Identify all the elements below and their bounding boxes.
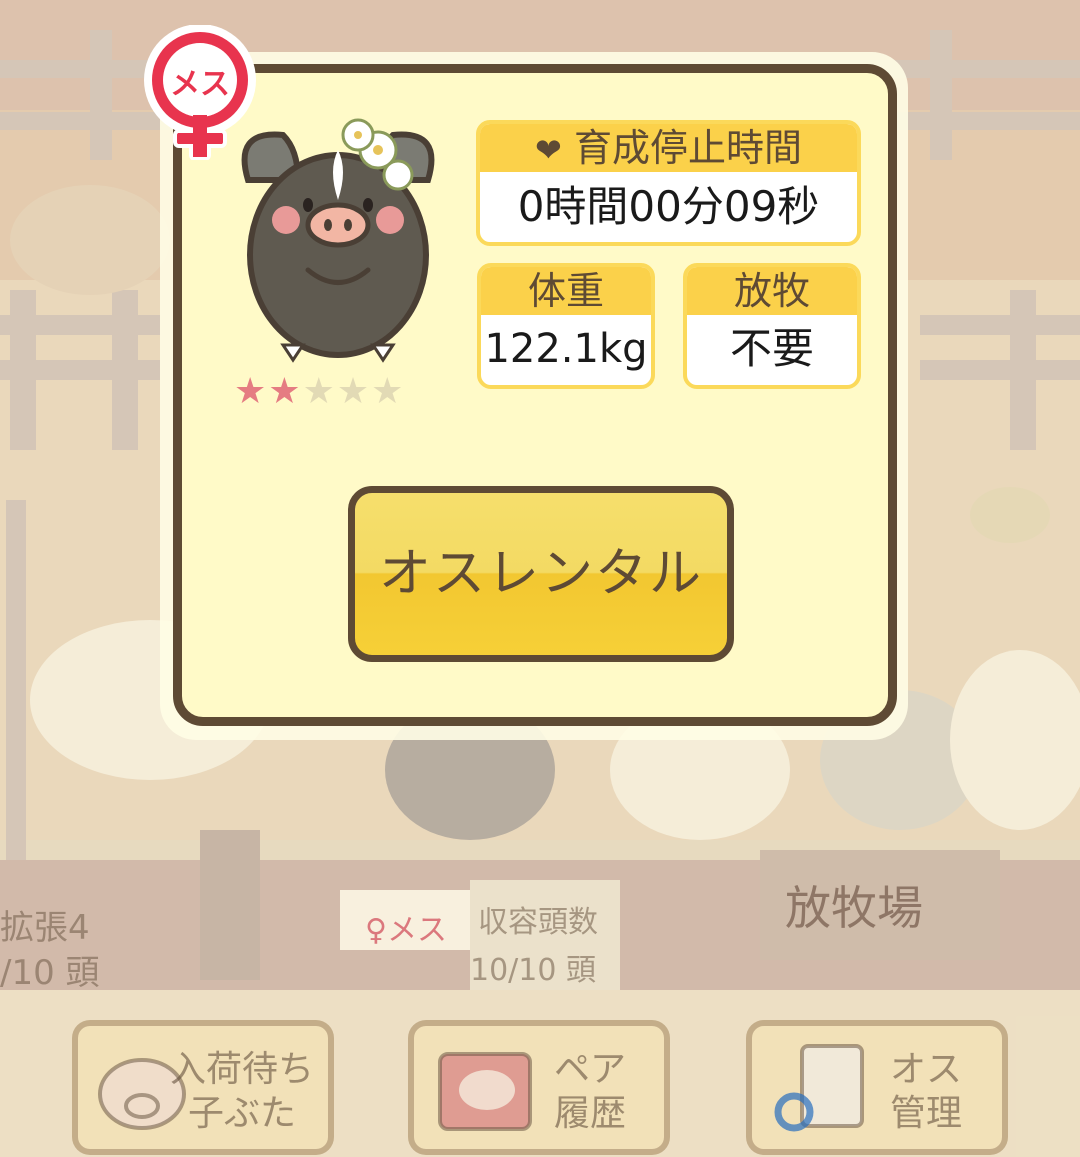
male-rental-button[interactable]: オスレンタル (348, 486, 734, 662)
tab-waiting-piglets[interactable]: 入荷待ち 子ぶた (72, 1020, 334, 1155)
star-empty-icon: ★ (302, 371, 337, 412)
grazing-label: 放牧 (687, 267, 857, 315)
expansion-label: 拡張4 (0, 908, 90, 948)
pasture-sign[interactable]: 放牧場 (785, 872, 923, 938)
grazing-box: 放牧 不要 (683, 263, 861, 389)
pig-illustration (241, 118, 435, 363)
tab-waiting-piglets-line1: 入荷待ち (170, 1049, 315, 1090)
tab-pair-history[interactable]: ペア 履歴 (408, 1020, 670, 1155)
female-badge-text: メス (170, 67, 230, 102)
female-pen-tag: ♀メス (365, 905, 447, 949)
tab-male-management[interactable]: オス 管理 (746, 1020, 1008, 1155)
tab-male-management-line2: 管理 (890, 1093, 963, 1134)
expansion-count: /10 頭 (0, 953, 100, 993)
tab-male-management-line1: オス (890, 1049, 963, 1090)
heart-icon: ❤ (535, 131, 562, 169)
star-filled-icon: ★ (234, 371, 269, 412)
rarity-stars: ★★★★★ (234, 371, 405, 412)
female-tag-text: メス (386, 913, 447, 948)
growth-stop-value: 0時間00分09秒 (517, 182, 820, 231)
weight-value: 122.1kg (484, 326, 648, 372)
male-rental-label: オスレンタル (378, 544, 703, 604)
star-empty-icon: ★ (371, 371, 406, 412)
tab-pair-history-line1: ペア (554, 1049, 627, 1090)
weight-box: 体重 122.1kg (477, 263, 655, 389)
capacity-label: 収容頭数 (478, 905, 598, 940)
tab-waiting-piglets-line2: 子ぶた (188, 1093, 297, 1134)
capacity-value: 10/10 頭 (470, 953, 596, 988)
growth-stop-header: ❤ 育成停止時間 (480, 124, 857, 172)
star-empty-icon: ★ (336, 371, 372, 412)
growth-stop-label: 育成停止時間 (573, 126, 802, 170)
growth-stop-time-box: ❤ 育成停止時間 0時間00分09秒 (476, 120, 861, 246)
female-symbol-icon: ♀ (365, 913, 387, 948)
star-filled-icon: ★ (268, 371, 303, 412)
grazing-value: 不要 (729, 324, 814, 373)
weight-label: 体重 (481, 267, 651, 315)
tab-pair-history-line2: 履歴 (554, 1093, 627, 1134)
male-list-icon (774, 1044, 864, 1132)
pair-book-icon (438, 1052, 532, 1131)
